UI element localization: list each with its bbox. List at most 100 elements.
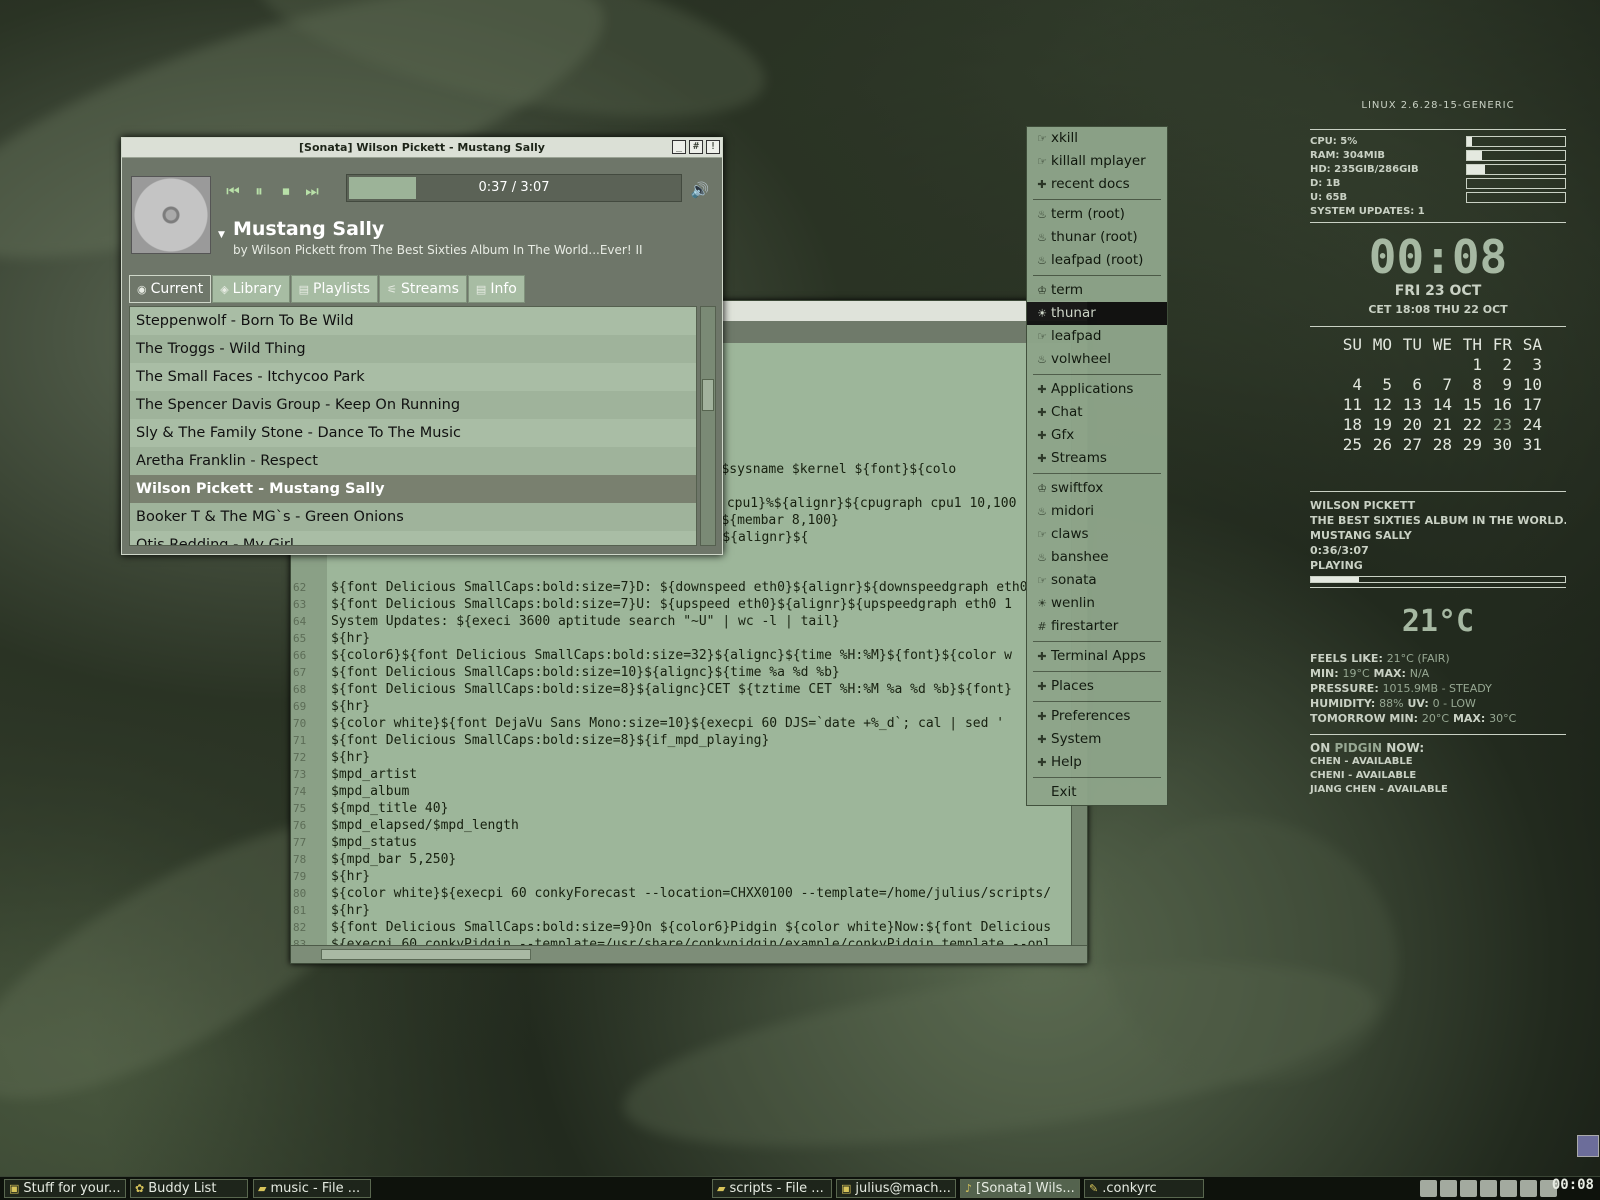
maximize-button[interactable]: #: [689, 140, 703, 154]
menu-item-recent-docs[interactable]: ✚ recent docs: [1027, 173, 1167, 196]
album-art-placeholder[interactable]: [131, 176, 211, 254]
line-number: 64: [293, 615, 307, 628]
menu-item-term-root-[interactable]: ♨ term (root): [1027, 203, 1167, 226]
conky-panel: LINUX 2.6.28-15-GENERIC CPU: 5% RAM: 304M…: [1310, 100, 1566, 797]
tab-icon: ◈: [220, 282, 229, 296]
calendar-day: 20: [1402, 415, 1422, 434]
minimize-button[interactable]: _: [672, 140, 686, 154]
menu-item-label: Applications: [1051, 381, 1134, 397]
uv-value: 0 - LOW: [1432, 697, 1476, 710]
menu-item-midori[interactable]: ♨ midori: [1027, 500, 1167, 523]
sonata-window[interactable]: [Sonata] Wilson Pickett - Mustang Sally …: [121, 137, 723, 555]
tray-icon[interactable]: [1460, 1180, 1477, 1197]
menu-item-label: leafpad (root): [1051, 252, 1144, 268]
menu-item-applications[interactable]: ✚ Applications: [1027, 378, 1167, 401]
task-button[interactable]: ▰ scripts - File ...: [712, 1179, 832, 1198]
task-button[interactable]: ✎ .conkyrc: [1084, 1179, 1204, 1198]
menu-item-exit[interactable]: Exit: [1027, 781, 1167, 804]
menu-item-icon: ♔: [1037, 284, 1047, 297]
playlist-item[interactable]: The Spencer Davis Group - Keep On Runnin…: [130, 391, 696, 419]
menu-item-claws[interactable]: ☞ claws: [1027, 523, 1167, 546]
task-button[interactable]: ✿ Buddy List: [130, 1179, 248, 1198]
menu-item-volwheel[interactable]: ♨ volwheel: [1027, 348, 1167, 371]
menu-separator: [1033, 641, 1161, 642]
current-playlist[interactable]: Steppenwolf - Born To Be Wild The Troggs …: [129, 306, 697, 546]
code-text: ${font Delicious SmallCaps:bold:size=7}U…: [331, 597, 1012, 612]
task-button-label: .conkyrc: [1102, 1181, 1157, 1196]
playlist-item[interactable]: Otis Redding - My Girl: [130, 531, 696, 545]
task-button[interactable]: ▣ julius@mach...: [836, 1179, 956, 1198]
track-progress-bar[interactable]: 0:37 / 3:07: [346, 174, 682, 202]
calendar-header: SU MO TU WE TH FR SA: [1332, 335, 1566, 355]
editor-horizontal-scrollbar[interactable]: [291, 945, 1087, 963]
menu-item-sonata[interactable]: ☞ sonata: [1027, 569, 1167, 592]
tray-icon[interactable]: [1440, 1180, 1457, 1197]
playlist-scrollbar[interactable]: [700, 306, 716, 546]
playlist-item[interactable]: Booker T & The MG`s - Green Onions: [130, 503, 696, 531]
menu-item-firestarter[interactable]: # firestarter: [1027, 615, 1167, 638]
menu-item-term[interactable]: ♔ term: [1027, 279, 1167, 302]
tab-streams[interactable]: ⚟ Streams: [379, 275, 467, 303]
tab-info[interactable]: ▤ Info: [467, 275, 525, 303]
menu-item-leafpad-root-[interactable]: ♨ leafpad (root): [1027, 249, 1167, 272]
close-button[interactable]: !: [706, 140, 720, 154]
menu-item-places[interactable]: ✚ Places: [1027, 675, 1167, 698]
menu-item-label: Streams: [1051, 450, 1107, 466]
task-button[interactable]: ▰ music - File ...: [253, 1179, 371, 1198]
mpd-title: MUSTANG SALLY: [1310, 529, 1412, 542]
scrollbar-thumb[interactable]: [702, 379, 714, 411]
tray-icon[interactable]: [1480, 1180, 1497, 1197]
menu-item-killall-mplayer[interactable]: ☞ killall mplayer: [1027, 150, 1167, 173]
menu-item-banshee[interactable]: ♨ banshee: [1027, 546, 1167, 569]
code-text: ${color white}${font DejaVu Sans Mono:si…: [331, 716, 1005, 731]
line-number: 76: [293, 819, 307, 832]
tray-icon[interactable]: [1520, 1180, 1537, 1197]
task-button[interactable]: ▣ Stuff for your...: [4, 1179, 126, 1198]
divider: [1310, 129, 1566, 130]
menu-item-terminal-apps[interactable]: ✚ Terminal Apps: [1027, 645, 1167, 668]
menu-item-preferences[interactable]: ✚ Preferences: [1027, 705, 1167, 728]
menu-item-icon: ♨: [1037, 505, 1047, 518]
tab-current[interactable]: ◉ Current: [129, 275, 212, 303]
playlist-item[interactable]: The Small Faces - Itchycoo Park: [130, 363, 696, 391]
tray-icon[interactable]: [1420, 1180, 1437, 1197]
calendar-day: 19: [1372, 415, 1392, 434]
tab-icon: ▤: [475, 282, 487, 296]
line-number: 79: [293, 870, 307, 883]
scrollbar-thumb[interactable]: [321, 949, 531, 960]
playlist-item[interactable]: Wilson Pickett - Mustang Sally: [130, 475, 696, 503]
next-track-icon[interactable]: ⏭: [302, 181, 322, 201]
playlist-item[interactable]: Aretha Franklin - Respect: [130, 447, 696, 475]
menu-item-streams[interactable]: ✚ Streams: [1027, 447, 1167, 470]
menu-item-thunar-root-[interactable]: ♨ thunar (root): [1027, 226, 1167, 249]
tab-playlists[interactable]: ▤ Playlists: [290, 275, 379, 303]
volume-icon[interactable]: 🔊: [690, 180, 710, 200]
sonata-title-bar[interactable]: [Sonata] Wilson Pickett - Mustang Sally …: [122, 138, 722, 158]
task-button[interactable]: ♪ [Sonata] Wils...: [960, 1179, 1080, 1198]
menu-item-xkill[interactable]: ☞ xkill: [1027, 127, 1167, 150]
tab-library[interactable]: ◈ Library: [212, 275, 290, 303]
menu-item-wenlin[interactable]: ☀ wenlin: [1027, 592, 1167, 615]
menu-item-thunar[interactable]: ☀ thunar: [1027, 302, 1167, 325]
playlist-item[interactable]: Sly & The Family Stone - Dance To The Mu…: [130, 419, 696, 447]
pause-icon[interactable]: ⏸: [249, 181, 269, 201]
stat-graph: [1466, 191, 1566, 203]
code-text: ${hr}: [331, 699, 371, 714]
menu-item-leafpad[interactable]: ☞ leafpad: [1027, 325, 1167, 348]
menu-item-icon: ☞: [1037, 528, 1047, 541]
playlist-item[interactable]: The Troggs - Wild Thing: [130, 335, 696, 363]
previous-track-icon[interactable]: ⏮: [223, 181, 243, 201]
menu-item-icon: ♨: [1037, 208, 1047, 221]
playlist-item[interactable]: Steppenwolf - Born To Be Wild: [130, 307, 696, 335]
menu-item-swiftfox[interactable]: ♔ swiftfox: [1027, 477, 1167, 500]
menu-item-gfx[interactable]: ✚ Gfx: [1027, 424, 1167, 447]
expander-arrow-icon[interactable]: ▼: [218, 230, 225, 240]
stop-icon[interactable]: ⏹: [276, 181, 296, 201]
calendar-day: 11: [1342, 395, 1362, 414]
system-stat-row: U: 65B: [1310, 190, 1566, 204]
tray-icon[interactable]: [1500, 1180, 1517, 1197]
menu-item-system[interactable]: ✚ System: [1027, 728, 1167, 751]
notification-icon[interactable]: [1577, 1135, 1599, 1157]
menu-item-chat[interactable]: ✚ Chat: [1027, 401, 1167, 424]
menu-item-help[interactable]: ✚ Help: [1027, 751, 1167, 774]
